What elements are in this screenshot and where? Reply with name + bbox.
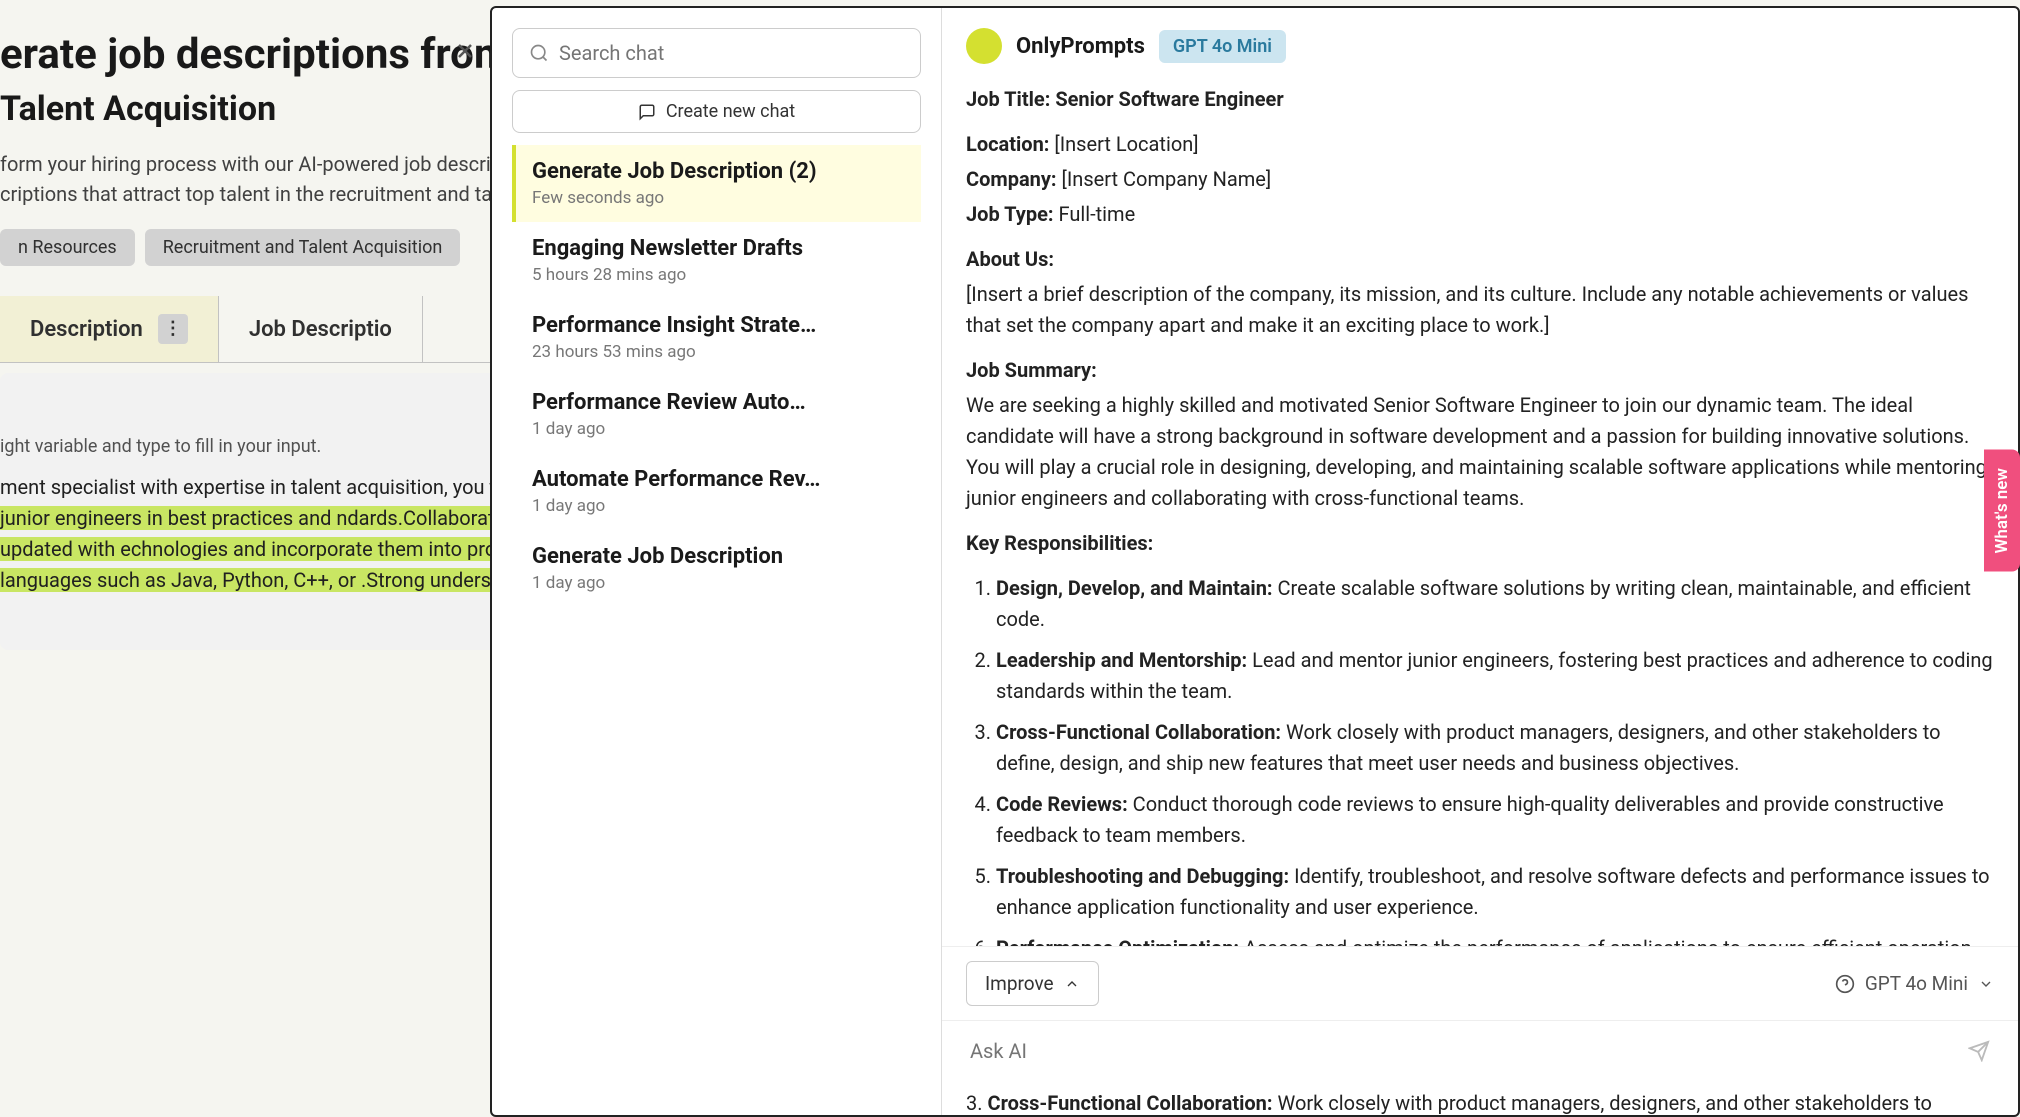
chat-sidebar: Create new chat Generate Job Description… (492, 8, 942, 1115)
close-button[interactable] (447, 33, 483, 69)
search-input[interactable] (559, 41, 904, 65)
footer-model-select[interactable]: GPT 4o Mini (1835, 972, 1994, 995)
chat-item-title: Generate Job Description (532, 544, 905, 569)
ask-ai-bar (942, 1020, 2018, 1081)
chat-item-time: 1 day ago (532, 573, 905, 593)
chat-item-time: 23 hours 53 mins ago (532, 342, 905, 362)
response-body: Job Title: Senior Software Engineer Loca… (942, 84, 2018, 946)
chat-item-time: 1 day ago (532, 496, 905, 516)
dots-icon: ⋮ (164, 320, 182, 338)
list-item: Design, Develop, and Maintain: Create sc… (996, 573, 1994, 635)
chevron-up-icon (1064, 976, 1080, 992)
chat-plus-icon (638, 103, 656, 121)
chat-item-title: Generate Job Description (2) (532, 159, 905, 184)
responsibilities-list: Design, Develop, and Maintain: Create sc… (966, 573, 1994, 946)
close-icon (453, 39, 477, 63)
tab-menu-button[interactable]: ⋮ (158, 314, 188, 344)
chat-item[interactable]: Automate Performance Rev… 1 day ago (512, 453, 921, 530)
chat-item-title: Engaging Newsletter Drafts (532, 236, 905, 261)
send-icon[interactable] (1968, 1040, 1990, 1062)
chat-item-time: Few seconds ago (532, 188, 905, 208)
help-icon (1835, 974, 1855, 994)
ask-ai-input[interactable] (970, 1039, 1968, 1063)
model-badge: GPT 4o Mini (1159, 30, 1286, 63)
tag-resources[interactable]: n Resources (0, 229, 135, 266)
list-item: Troubleshooting and Debugging: Identify,… (996, 861, 1994, 923)
chat-item[interactable]: Performance Insight Strate… 23 hours 53 … (512, 299, 921, 376)
tag-recruitment[interactable]: Recruitment and Talent Acquisition (145, 229, 461, 266)
list-item: Cross-Functional Collaboration: Work clo… (996, 717, 1994, 779)
create-chat-button[interactable]: Create new chat (512, 90, 921, 133)
whats-new-tab[interactable]: What's new (1984, 450, 2020, 572)
chat-item-title: Performance Insight Strate… (532, 313, 905, 338)
chat-modal: Create new chat Generate Job Description… (490, 6, 2020, 1117)
list-item: Code Reviews: Conduct thorough code revi… (996, 789, 1994, 851)
chat-list: Generate Job Description (2) Few seconds… (512, 145, 921, 607)
brand-name: OnlyPrompts (1016, 34, 1145, 59)
search-box[interactable] (512, 28, 921, 78)
list-item: Performance Optimization: Assess and opt… (996, 933, 1994, 946)
list-item: Leadership and Mentorship: Lead and ment… (996, 645, 1994, 707)
improve-button[interactable]: Improve (966, 961, 1099, 1006)
chat-item[interactable]: Generate Job Description 1 day ago (512, 530, 921, 607)
chat-item[interactable]: Performance Review Auto… 1 day ago (512, 376, 921, 453)
tab-job-description[interactable]: Job Descriptio (219, 296, 423, 362)
avatar (966, 28, 1002, 64)
chat-item-time: 5 hours 28 mins ago (532, 265, 905, 285)
chat-item[interactable]: Engaging Newsletter Drafts 5 hours 28 mi… (512, 222, 921, 299)
chat-item-time: 1 day ago (532, 419, 905, 439)
overflow-list-item: 3. Cross-Functional Collaboration: Work … (942, 1081, 2018, 1115)
chat-content: OnlyPrompts GPT 4o Mini Job Title: Senio… (942, 8, 2018, 1115)
chat-item-title: Performance Review Auto… (532, 390, 905, 415)
chat-header: OnlyPrompts GPT 4o Mini (942, 8, 2018, 84)
chat-item[interactable]: Generate Job Description (2) Few seconds… (512, 145, 921, 222)
chevron-down-icon (1978, 976, 1994, 992)
search-icon (529, 43, 549, 63)
response-footer: Improve GPT 4o Mini (942, 946, 2018, 1020)
tab-description[interactable]: Description ⋮ (0, 296, 219, 362)
chat-item-title: Automate Performance Rev… (532, 467, 905, 492)
